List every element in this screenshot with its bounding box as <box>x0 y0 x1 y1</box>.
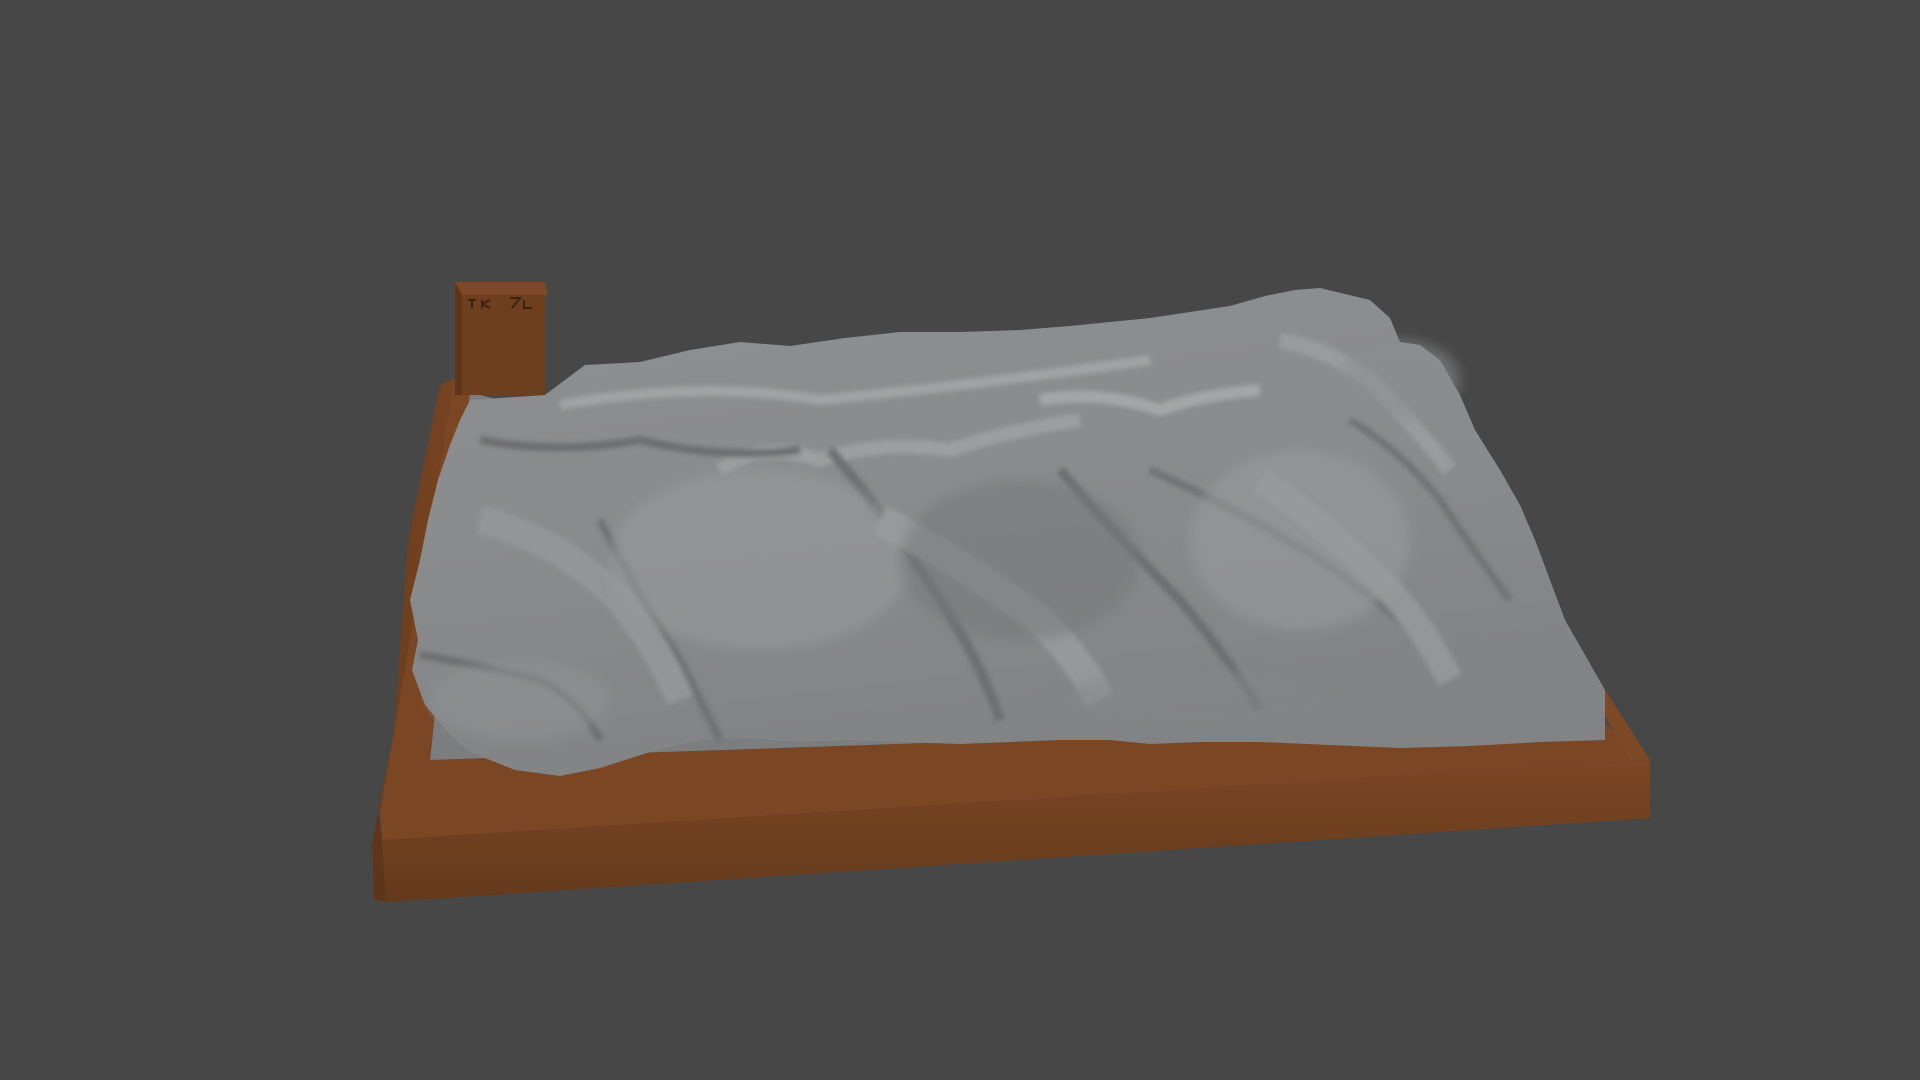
scene-canvas <box>372 282 1650 902</box>
3d-viewport[interactable] <box>0 0 1920 1080</box>
label-tab-front <box>462 282 545 395</box>
label-tab-side <box>455 282 462 395</box>
label-tab-top <box>455 282 548 295</box>
